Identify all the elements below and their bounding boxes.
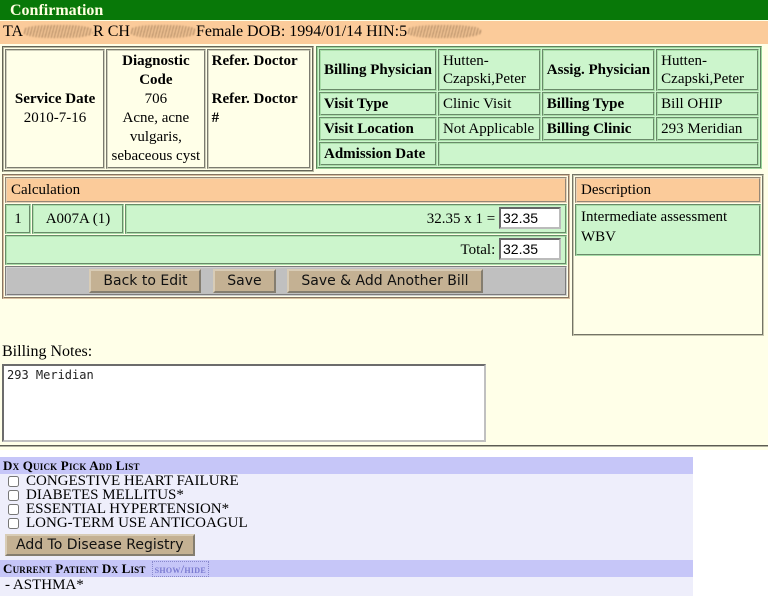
billing-confirmation-page: Confirmation TA R CH Female DOB: 1994/01/1… <box>0 0 768 450</box>
dx-item-label: DIABETES MELLITUS* <box>26 487 184 503</box>
dob-label: DOB: <box>247 23 286 40</box>
admission-date-value <box>437 142 759 166</box>
billing-notes-label: Billing Notes: <box>2 343 93 360</box>
description-header: Description <box>575 177 761 203</box>
dx-lists-area: Dx Quick Pick Add List CONGESTIVE HEART … <box>0 450 768 596</box>
calculation-table: Calculation 1 A007A (1) 32.35 x 1 = Tota… <box>2 174 570 299</box>
table-row: Billing Physician Hutten-Czapski,Peter A… <box>319 49 759 91</box>
diagnostic-code-description: Acne, acne vulgaris, sebaceous cyst <box>111 110 201 164</box>
current-patient-dx-body: - ASTHMA* <box>0 577 693 596</box>
dx-item-label: CONGESTIVE HEART FAILURE <box>26 473 239 489</box>
description-filler <box>575 257 761 333</box>
calculation-header: Calculation <box>5 177 567 203</box>
list-item: - ASTHMA* <box>5 577 84 593</box>
back-to-edit-button[interactable]: Back to Edit <box>89 269 202 293</box>
current-patient-dx-header-label: Current Patient Dx List <box>3 561 146 576</box>
calculation-service-code: A007A (1) <box>32 204 124 234</box>
billing-type-value: Bill OHIP <box>656 92 759 116</box>
visit-location-value: Not Applicable <box>437 117 541 141</box>
service-date-value: 2010-7-16 <box>23 110 87 126</box>
section-divider <box>0 445 768 447</box>
refer-doctor-cell: Refer. Doctor Refer. Doctor # <box>206 49 311 169</box>
admission-date-label: Admission Date <box>319 142 437 166</box>
current-patient-dx-panel: Current Patient Dx List show/hide - ASTHM… <box>0 560 693 596</box>
billing-notes-section: Billing Notes: <box>0 336 768 442</box>
redacted-name-part-2 <box>129 25 196 38</box>
service-and-billing-info: Service Date 2010-7-16 Diagnostic Code 7… <box>0 44 768 172</box>
billing-physician-label: Billing Physician <box>319 49 437 91</box>
redacted-hin <box>407 25 482 38</box>
patient-name-prefix: TA <box>3 23 24 40</box>
description-table: Description Intermediate assessment WBV <box>572 174 764 336</box>
visit-location-label: Visit Location <box>319 117 437 141</box>
total-label: Total: <box>460 242 496 258</box>
add-to-disease-registry-button[interactable]: Add To Disease Registry <box>5 534 195 556</box>
billing-info-table: Billing Physician Hutten-Czapski,Peter A… <box>316 46 762 169</box>
diagnostic-code-label: Diagnostic Code <box>122 53 190 88</box>
billing-notes-textarea[interactable] <box>2 364 486 442</box>
assig-physician-label: Assig. Physician <box>541 49 656 91</box>
billing-clinic-label: Billing Clinic <box>541 117 656 141</box>
dx-quick-pick-body: CONGESTIVE HEART FAILURE DIABETES MELLIT… <box>0 474 693 560</box>
table-row: Visit Type Clinic Visit Billing Type Bil… <box>319 92 759 116</box>
visit-type-value: Clinic Visit <box>437 92 541 116</box>
visit-type-label: Visit Type <box>319 92 437 116</box>
dx-checkbox-long-term-use-anticoagul[interactable] <box>8 517 19 529</box>
description-value: Intermediate assessment WBV <box>575 204 761 256</box>
dob-value: 1994/01/14 <box>289 23 363 40</box>
assig-physician-value: Hutten-Czapski,Peter <box>656 49 759 91</box>
calculation-section: Calculation 1 A007A (1) 32.35 x 1 = Tota… <box>0 172 768 336</box>
calculation-button-row: Back to Edit Save Save & Add Another Bil… <box>5 266 567 296</box>
calculation-amount-input[interactable] <box>499 207 561 229</box>
dx-quick-pick-panel: Dx Quick Pick Add List CONGESTIVE HEART … <box>0 457 693 560</box>
redacted-name-part-1 <box>23 25 94 38</box>
billing-physician-value: Hutten-Czapski,Peter <box>437 49 541 91</box>
list-item[interactable]: ESSENTIAL HYPERTENSION* <box>3 501 693 517</box>
refer-doctor-label: Refer. Doctor <box>211 53 298 69</box>
dx-checkbox-diabetes-mellitus[interactable] <box>8 489 19 501</box>
dx-item-label: LONG-TERM USE ANTICOAGUL <box>26 515 248 531</box>
list-item[interactable]: LONG-TERM USE ANTICOAGUL <box>3 515 693 531</box>
save-button[interactable]: Save <box>213 269 276 293</box>
patient-name-mid: R CH <box>93 23 130 40</box>
patient-demographic-bar: TA R CH Female DOB: 1994/01/14 HIN:5 <box>0 21 768 44</box>
hin-prefix: 5 <box>399 23 408 40</box>
save-add-another-bill-button[interactable]: Save & Add Another Bill <box>287 269 483 293</box>
table-row: 1 A007A (1) 32.35 x 1 = <box>5 204 567 234</box>
table-row: Total: <box>5 235 567 265</box>
service-date-label: Service Date <box>14 91 96 107</box>
calculation-total-cell: Total: <box>5 235 567 265</box>
total-input[interactable] <box>499 238 561 260</box>
list-item[interactable]: CONGESTIVE HEART FAILURE <box>3 473 693 489</box>
service-date-cell: Service Date 2010-7-16 <box>5 49 106 169</box>
calculation-amount-cell: 32.35 x 1 = <box>125 204 567 234</box>
diagnostic-code-value: 706 <box>144 91 168 107</box>
current-patient-dx-header: Current Patient Dx List show/hide <box>0 560 693 577</box>
diagnostic-code-cell: Diagnostic Code 706 Acne, acne vulgaris,… <box>106 49 206 169</box>
refer-doctor-number-label: Refer. Doctor # <box>211 91 298 126</box>
billing-type-label: Billing Type <box>541 92 656 116</box>
table-row: Visit Location Not Applicable Billing Cl… <box>319 117 759 141</box>
service-info-table: Service Date 2010-7-16 Diagnostic Code 7… <box>2 46 314 172</box>
hin-label: HIN: <box>366 23 400 40</box>
dx-checkbox-essential-hypertension[interactable] <box>8 503 19 515</box>
table-row: Admission Date <box>319 142 759 166</box>
calculation-row-index: 1 <box>5 204 31 234</box>
dx-item-label: ESSENTIAL HYPERTENSION* <box>26 501 230 517</box>
calculation-expression: 32.35 x 1 = <box>426 211 496 227</box>
calculation-buttons-cell: Back to Edit Save Save & Add Another Bil… <box>5 266 567 296</box>
list-item[interactable]: DIABETES MELLITUS* <box>3 487 693 503</box>
show-hide-link[interactable]: show/hide <box>151 561 209 577</box>
patient-sex: Female <box>195 23 244 40</box>
page-title: Confirmation <box>0 0 768 21</box>
billing-clinic-value: 293 Meridian <box>656 117 759 141</box>
dx-checkbox-congestive-heart-failure[interactable] <box>8 475 19 487</box>
dx-quick-pick-header: Dx Quick Pick Add List <box>0 457 693 474</box>
